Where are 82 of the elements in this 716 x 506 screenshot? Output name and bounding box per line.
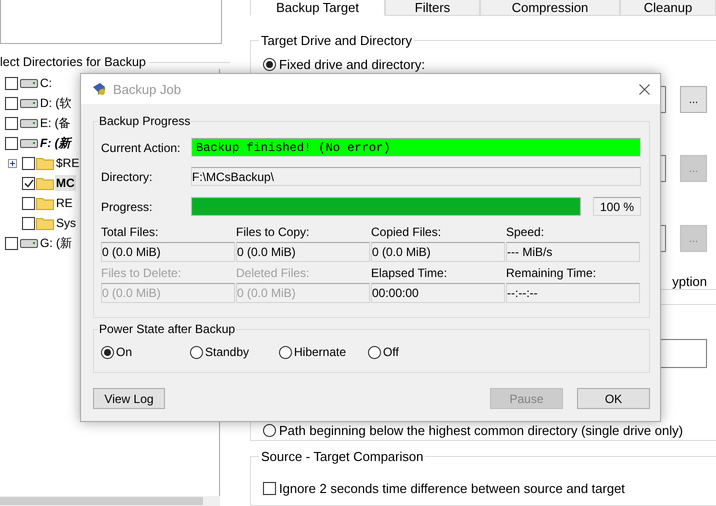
option-label: On	[116, 345, 132, 359]
scrollbar[interactable]	[0, 496, 220, 506]
window-title: Backup Job	[113, 82, 182, 96]
tree-item[interactable]: Sys	[55, 215, 78, 231]
dialog-button[interactable]: OK	[577, 388, 650, 409]
field-label: Directory:	[101, 170, 154, 184]
radio-button[interactable]	[101, 346, 114, 358]
option-label: yption	[672, 274, 707, 289]
tree-item[interactable]: D: (软	[39, 94, 72, 112]
group-title: Target Drive and Directory	[260, 33, 413, 48]
tree-item[interactable]: G: (新	[39, 234, 73, 252]
field-label: Total Files:	[101, 225, 160, 241]
group-title: Power State after Backup	[98, 322, 236, 336]
checkbox[interactable]	[5, 76, 18, 90]
radio-dot	[266, 60, 273, 68]
stat-field: 0 (0.0 MiB)	[101, 242, 235, 262]
browse-button[interactable]: ...	[680, 86, 707, 113]
stat-field: 0 (0.0 MiB)	[236, 242, 370, 262]
field-label: Files to Delete:	[101, 266, 182, 282]
option-label: Ignore 2 seconds time difference between source and target	[279, 480, 625, 496]
tree-item[interactable]: C:	[39, 75, 53, 91]
tab[interactable]: Backup Target	[250, 0, 385, 16]
field-label: Files to Copy:	[236, 225, 310, 241]
tab[interactable]: Compression	[480, 0, 620, 16]
field-label: Remaining Time:	[506, 266, 598, 282]
checkbox[interactable]	[22, 176, 35, 190]
app-icon	[91, 81, 107, 97]
stat-field: 0 (0.0 MiB)	[101, 283, 235, 303]
expand-icon[interactable]	[8, 158, 17, 168]
tree-item[interactable]: $RE	[55, 155, 80, 171]
field-label: Speed:	[506, 225, 546, 241]
drive-icon	[20, 118, 38, 128]
tree-item[interactable]: RE	[55, 195, 74, 211]
stat-field: 0 (0.0 MiB)	[236, 283, 370, 303]
status-field: Backup finished! (No error)	[191, 138, 641, 157]
checkbox[interactable]	[5, 116, 18, 130]
stat-field: --- MiB/s	[506, 242, 640, 262]
option-label: Off	[383, 345, 399, 359]
radio-button[interactable]	[190, 346, 203, 358]
tab[interactable]: Cleanup	[620, 0, 716, 16]
group-title: Backup Progress	[98, 114, 192, 128]
drive-icon	[20, 138, 38, 148]
checkbox[interactable]	[5, 96, 18, 110]
dialog-button[interactable]: View Log	[93, 388, 165, 409]
tab[interactable]: Filters	[385, 0, 480, 16]
field-label: Current Action:	[101, 140, 182, 154]
field-label: Deleted Files:	[236, 266, 310, 282]
folder-icon	[36, 216, 54, 230]
tree-item[interactable]: E: (备	[39, 114, 72, 132]
folder-icon	[36, 156, 54, 170]
option-label: Standby	[205, 345, 250, 359]
directory-field: F:\MCsBackup\	[191, 167, 641, 186]
tree-item[interactable]: F: (新	[39, 134, 72, 152]
radio-dot	[104, 348, 111, 356]
option-label: Path beginning below the highest common directory (single drive only)	[279, 422, 683, 438]
checkbox[interactable]	[22, 196, 35, 210]
checkbox[interactable]	[5, 236, 18, 250]
drive-icon	[20, 98, 38, 108]
radio-button[interactable]	[263, 424, 276, 436]
group-title: Source - Target Comparison	[260, 449, 424, 464]
drive-icon	[20, 238, 38, 248]
radio-button[interactable]	[279, 346, 292, 358]
stat-field: 0 (0.0 MiB)	[371, 242, 505, 262]
field-label: Elapsed Time:	[371, 266, 448, 282]
close-icon[interactable]	[639, 84, 650, 94]
radio-button[interactable]	[368, 346, 381, 358]
drive-icon	[20, 78, 38, 88]
checkbox[interactable]	[5, 136, 18, 150]
tree-item[interactable]: MC	[55, 175, 76, 191]
option-label: Fixed drive and directory:	[279, 56, 425, 72]
option-label: Hibernate	[294, 345, 346, 359]
stat-field: 00:00:00	[371, 283, 505, 303]
folder-icon	[36, 176, 54, 190]
checkbox[interactable]	[263, 482, 276, 494]
field-label: Progress:	[101, 200, 154, 214]
field-label: Copied Files:	[371, 225, 442, 241]
stat-field: --:--:--	[506, 283, 640, 303]
percent-field: 100 %	[593, 197, 641, 216]
checkbox[interactable]	[22, 216, 35, 230]
radio-button[interactable]	[263, 58, 276, 70]
checkbox[interactable]	[22, 156, 35, 170]
folder-icon	[36, 196, 54, 210]
